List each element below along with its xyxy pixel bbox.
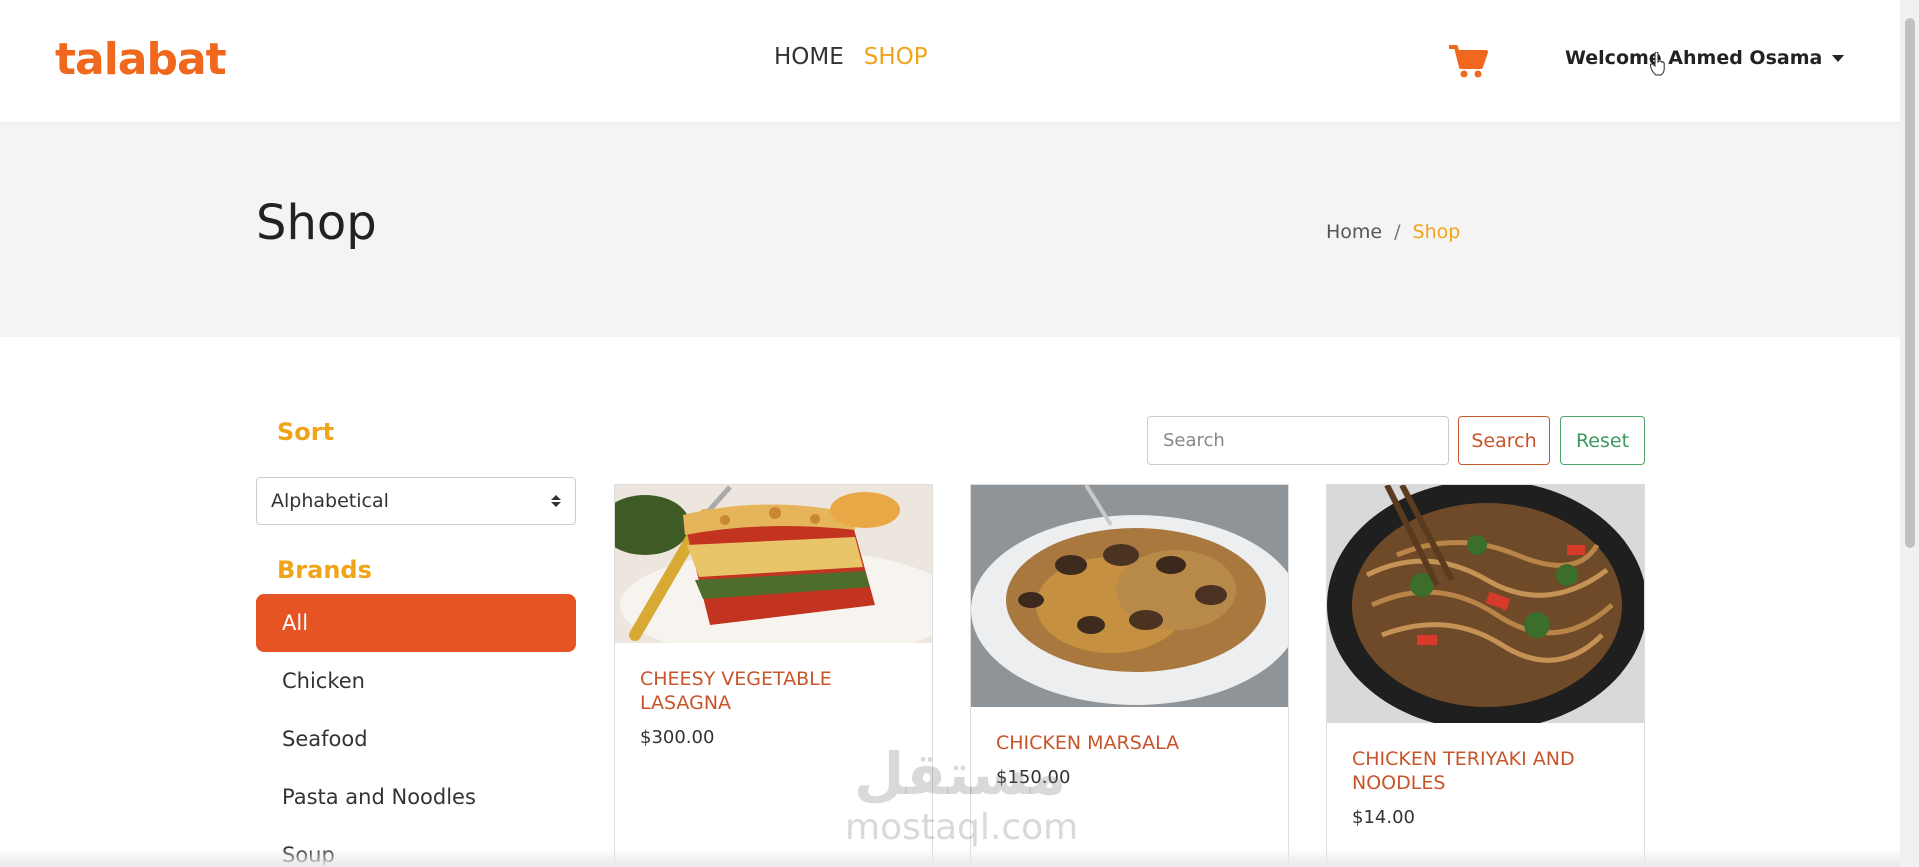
product-image-chicken-teriyaki[interactable]: [1327, 485, 1644, 723]
product-card[interactable]: Chicken Teriyaki and Noodles $14.00: [1326, 484, 1645, 867]
breadcrumb-home-link[interactable]: Home: [1326, 221, 1382, 243]
navbar: talabat HOME SHOP Welcome Ahmed Osama: [0, 0, 1900, 123]
watermark-arabic: مستقل: [853, 740, 1067, 808]
sort-heading: Sort: [277, 418, 335, 446]
search-input[interactable]: [1147, 416, 1449, 465]
user-menu-dropdown[interactable]: Welcome Ahmed Osama: [1565, 47, 1845, 69]
product-image-chicken-marsala[interactable]: [971, 485, 1288, 707]
breadcrumb: Home / Shop: [1326, 221, 1460, 243]
product-name[interactable]: Cheesy Vegetable Lasagna: [640, 667, 907, 715]
main-nav: HOME SHOP: [774, 44, 928, 70]
brands-heading: Brands: [277, 556, 372, 584]
brand-item-chicken[interactable]: Chicken: [256, 652, 576, 710]
breadcrumb-current: Shop: [1412, 221, 1461, 243]
caret-down-icon: [1832, 54, 1845, 62]
page-title: Shop: [256, 195, 377, 251]
brand-item-seafood[interactable]: Seafood: [256, 710, 576, 768]
nav-link-home[interactable]: HOME: [774, 44, 844, 70]
page: talabat HOME SHOP Welcome Ahmed Osama Sh…: [0, 0, 1919, 867]
nav-link-shop[interactable]: SHOP: [864, 44, 928, 70]
bottom-edge-shadow: [0, 848, 1900, 867]
vertical-scrollbar[interactable]: [1900, 0, 1919, 867]
breadcrumb-separator: /: [1394, 221, 1401, 243]
page-header-banner: Shop Home / Shop: [0, 123, 1900, 337]
sort-select[interactable]: Alphabetical: [256, 477, 576, 525]
brand-list: All Chicken Seafood Pasta and Noodles So…: [256, 594, 576, 867]
product-name[interactable]: Chicken Teriyaki and Noodles: [1352, 747, 1619, 795]
reset-button[interactable]: Reset: [1560, 416, 1645, 465]
product-image-lasagna[interactable]: [615, 485, 932, 643]
shopping-cart-icon[interactable]: [1448, 43, 1488, 79]
watermark: مستقل mostaql.com: [845, 740, 1079, 848]
product-price: $14.00: [1352, 807, 1415, 828]
select-arrows-icon: [551, 495, 561, 507]
brand-item-pasta-and-noodles[interactable]: Pasta and Noodles: [256, 768, 576, 826]
scrollbar-thumb[interactable]: [1905, 18, 1915, 548]
watermark-latin: mostaql.com: [845, 807, 1079, 848]
brand-item-all[interactable]: All: [256, 594, 576, 652]
user-welcome-label: Welcome Ahmed Osama: [1565, 47, 1823, 69]
sort-selected-value: Alphabetical: [271, 490, 389, 512]
hand-cursor-icon: [1649, 51, 1666, 76]
search-button[interactable]: Search: [1458, 416, 1550, 465]
logo[interactable]: talabat: [55, 30, 227, 90]
